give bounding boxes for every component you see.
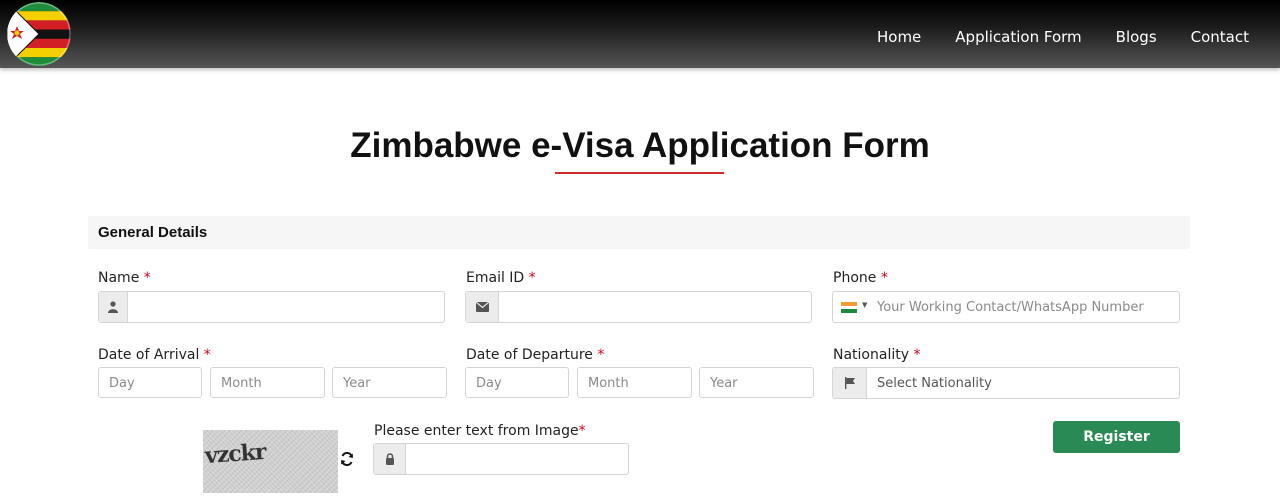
register-button[interactable]: Register [1053,421,1180,453]
section-header-general-details: General Details [88,216,1190,249]
flag-icon [833,368,867,398]
required-marker: * [143,270,151,286]
envelope-icon [466,292,499,322]
arrival-month-select[interactable]: Month [210,367,325,398]
zimbabwe-flag-logo[interactable] [7,2,71,66]
arrival-day-select[interactable]: Day [98,367,202,398]
departure-label: Date of Departure * [466,347,604,363]
section-title: General Details [98,224,208,241]
required-marker: * [578,423,586,439]
departure-year-select[interactable]: Year [699,367,814,398]
nationality-select[interactable]: Select Nationality [867,368,1179,398]
name-label-text: Name [98,270,140,286]
email-label-text: Email ID [466,270,525,286]
captcha-image: vzckr [203,430,338,493]
captcha-label: Please enter text from Image* [374,423,586,439]
phone-input[interactable] [867,292,1179,322]
india-flag-icon [841,302,857,313]
nav-application-form-link[interactable]: Application Form [955,28,1081,46]
name-field [98,291,445,323]
email-input[interactable] [499,292,811,322]
name-input[interactable] [128,292,444,322]
email-label: Email ID * [466,270,536,286]
required-marker: * [528,270,536,286]
required-marker: * [880,270,888,286]
arrival-label-text: Date of Arrival [98,347,200,363]
refresh-icon[interactable] [340,451,354,470]
captcha-input[interactable] [406,444,628,474]
required-marker: * [203,347,211,363]
captcha-label-text: Please enter text from Image [374,423,579,439]
nav-home-link[interactable]: Home [877,28,921,46]
phone-label-text: Phone [833,270,877,286]
nationality-field: Select Nationality [832,367,1180,399]
title-underline [555,172,724,174]
top-navbar: Home Application Form Blogs Contact [0,0,1280,68]
required-marker: * [913,347,921,363]
user-icon [99,292,128,322]
arrival-label: Date of Arrival * [98,347,211,363]
lock-icon [374,444,406,474]
captcha-field [373,443,629,475]
nav-contact-link[interactable]: Contact [1191,28,1249,46]
departure-month-select[interactable]: Month [577,367,692,398]
nav-blogs-link[interactable]: Blogs [1116,28,1157,46]
arrival-year-select[interactable]: Year [332,367,447,398]
departure-day-select[interactable]: Day [465,367,569,398]
name-label: Name * [98,270,151,286]
nationality-label: Nationality * [833,347,920,363]
main-nav: Home Application Form Blogs Contact [843,28,1249,46]
nationality-label-text: Nationality [833,347,910,363]
phone-label: Phone * [833,270,888,286]
email-field [465,291,812,323]
captcha-text: vzckr [204,438,267,470]
phone-field: ▼ [832,291,1180,323]
page-title: Zimbabwe e-Visa Application Form [350,126,930,165]
departure-label-text: Date of Departure [466,347,593,363]
required-marker: * [597,347,605,363]
